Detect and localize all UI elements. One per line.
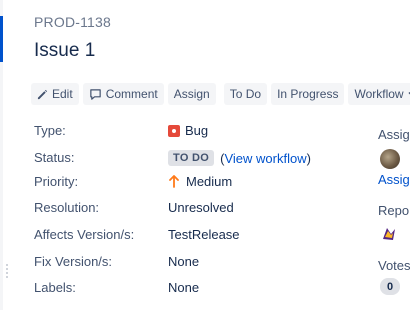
in-progress-button-label: In Progress (277, 87, 339, 101)
labels-label: Labels: (34, 280, 76, 295)
resolution-value: Unresolved (168, 200, 234, 215)
labels-value: None (168, 280, 200, 295)
edit-button-label: Edit (52, 87, 73, 101)
pencil-icon (37, 89, 48, 99)
comment-button[interactable]: Comment (82, 83, 164, 105)
votes-label: Votes (378, 258, 410, 273)
todo-transition-button[interactable]: To Do (223, 83, 268, 105)
resize-handle[interactable] (6, 264, 8, 278)
status-value: TO DO (View workflow) (168, 150, 311, 166)
people-panel: Assig Assig Repor Votes 0 (378, 0, 410, 310)
todo-button-label: To Do (229, 87, 262, 101)
votes-count-badge[interactable]: 0 (380, 278, 400, 295)
reporter-label: Repor (378, 203, 410, 218)
type-value: Bug (168, 123, 208, 138)
bug-icon (168, 124, 180, 137)
reporter-avatar (383, 228, 395, 240)
fix-versions-value: None (168, 254, 200, 269)
edit-button[interactable]: Edit (31, 83, 79, 105)
priority-value: Medium (168, 174, 232, 189)
issue-title[interactable]: Issue 1 (34, 40, 95, 62)
status-badge: TO DO (168, 150, 215, 166)
issue-toolbar: Edit Comment Assign To Do In Progress Wo… (31, 83, 410, 105)
view-workflow-link[interactable]: View workflow (224, 151, 306, 166)
resolution-label: Resolution: (34, 200, 100, 215)
view-workflow-close-paren: ) (306, 150, 311, 166)
priority-label: Priority: (34, 174, 79, 189)
comment-icon (89, 88, 101, 100)
avatar (380, 149, 400, 169)
status-label: Status: (34, 150, 75, 165)
left-rail (0, 0, 3, 310)
assign-to-me-link[interactable]: Assig (378, 172, 410, 187)
assign-button[interactable]: Assign (167, 83, 216, 105)
comment-button-label: Comment (105, 87, 158, 101)
priority-up-arrow-icon (169, 175, 179, 188)
in-progress-transition-button[interactable]: In Progress (271, 83, 345, 105)
affects-versions-value[interactable]: TestRelease (168, 227, 240, 242)
type-label: Type: (34, 123, 66, 138)
type-value-text: Bug (185, 123, 209, 138)
assign-button-label: Assign (173, 87, 210, 101)
assignee-label: Assig (378, 127, 410, 142)
fix-versions-label: Fix Version/s: (34, 254, 113, 269)
affects-versions-label: Affects Version/s: (34, 227, 135, 242)
issue-key-link[interactable]: PROD-1138 (34, 14, 111, 30)
rail-active-indicator (0, 16, 3, 62)
priority-value-text: Medium (186, 174, 233, 189)
